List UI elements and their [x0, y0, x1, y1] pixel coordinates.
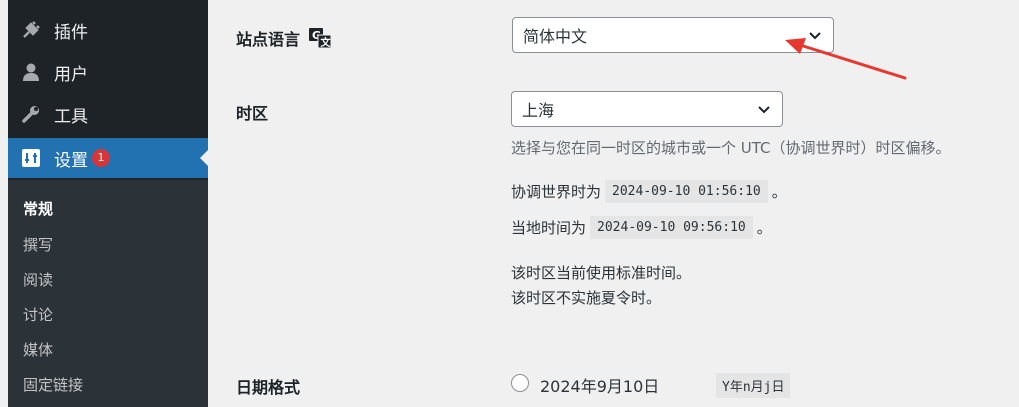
annotation-arrow: [785, 38, 907, 80]
